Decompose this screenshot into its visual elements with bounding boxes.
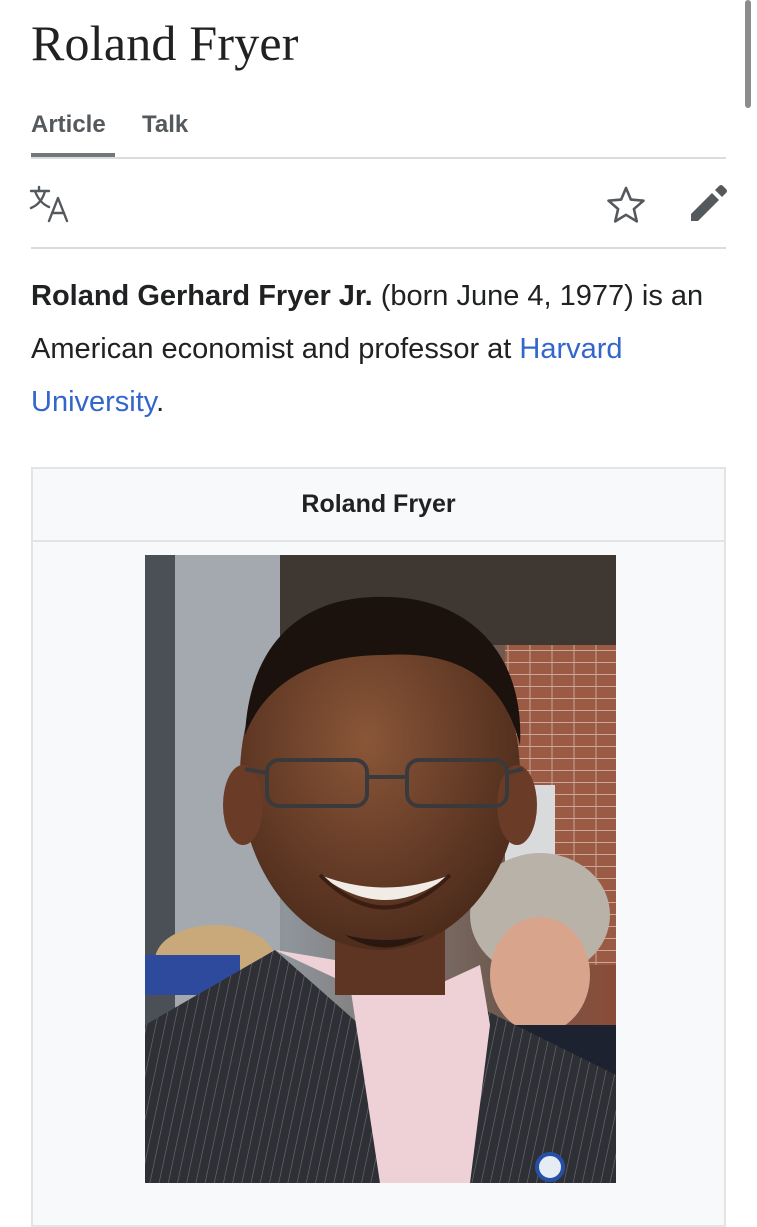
lead-paragraph: Roland Gerhard Fryer Jr. (born June 4, 1… <box>31 270 731 429</box>
page-actions-toolbar <box>29 159 728 249</box>
edit-pencil-icon[interactable] <box>688 184 728 224</box>
scrollbar[interactable] <box>745 0 751 108</box>
page-tabs: Article Talk <box>31 105 726 159</box>
tab-talk[interactable]: Talk <box>142 105 188 157</box>
subject-name: Roland Gerhard Fryer Jr. <box>31 280 373 312</box>
portrait-photo[interactable] <box>145 555 616 1183</box>
language-icon[interactable] <box>29 185 71 225</box>
star-icon[interactable] <box>606 185 646 225</box>
lead-text-end: . <box>156 386 165 418</box>
tab-article[interactable]: Article <box>31 105 115 157</box>
infobox-title: Roland Fryer <box>33 469 724 542</box>
page-title: Roland Fryer <box>31 15 299 71</box>
infobox: Roland Fryer <box>31 467 726 1227</box>
